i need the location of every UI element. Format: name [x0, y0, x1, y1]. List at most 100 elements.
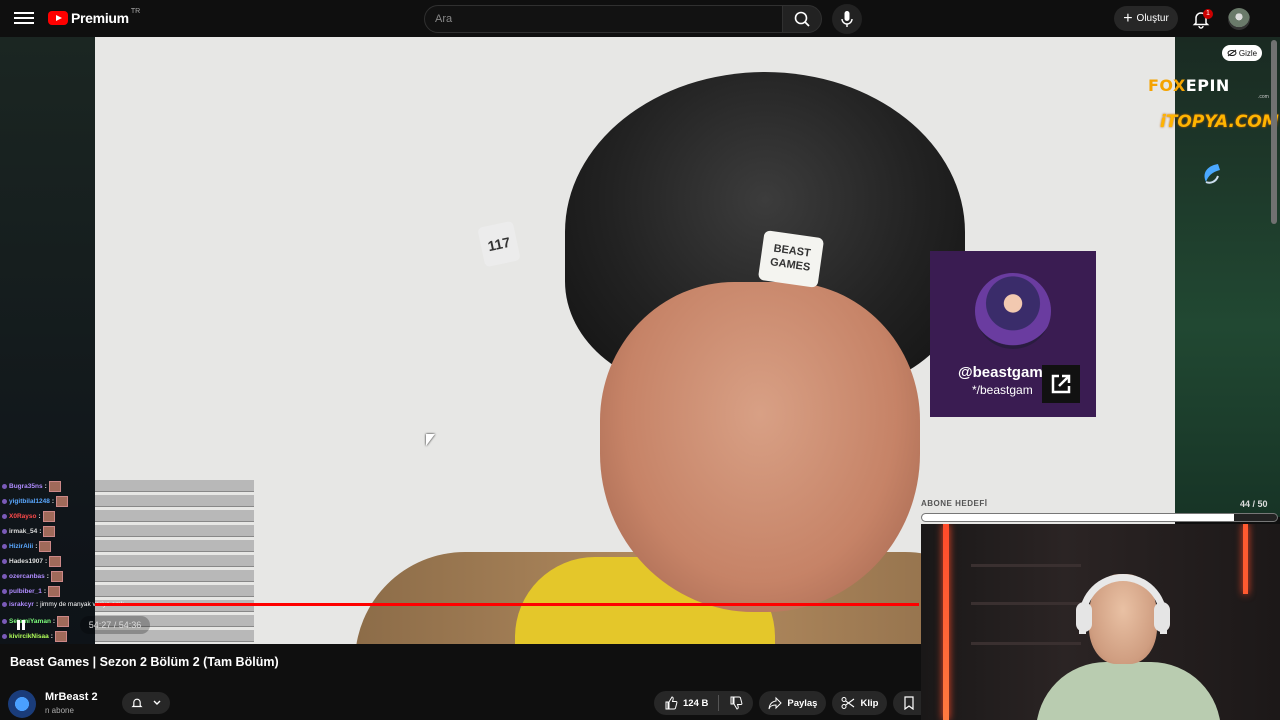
video-time: 54:27 / 54:36	[80, 616, 150, 634]
logo-text: Premium	[71, 10, 129, 26]
hide-overlay-button[interactable]: Gizle	[1222, 45, 1262, 61]
chat-message: HizirAlii:	[0, 538, 254, 553]
channel-end-card[interactable]: @beastgam */beastgam	[930, 251, 1096, 417]
chat-badge-icon	[2, 559, 7, 564]
chat-username: israkcyr	[9, 601, 34, 608]
search-box	[424, 5, 784, 33]
chat-emote-icon	[42, 511, 55, 522]
bell-icon	[131, 698, 143, 708]
hamburger-menu-icon[interactable]	[14, 9, 34, 29]
subscription-bell-button[interactable]	[122, 692, 170, 714]
card-channel-logo	[975, 273, 1051, 349]
create-label: Oluştur	[1136, 13, 1169, 24]
chat-line: Hades1907:	[2, 556, 62, 567]
hide-label: Gizle	[1238, 48, 1258, 58]
clip-button[interactable]: Klip	[832, 691, 888, 715]
chat-emote-icon	[49, 556, 62, 567]
channel-name[interactable]: MrBeast 2	[45, 691, 98, 703]
like-count: 124 B	[683, 697, 709, 709]
video-face	[600, 282, 920, 612]
chat-username: irmak_54	[9, 528, 38, 535]
chat-emote-icon	[48, 586, 61, 597]
search-button[interactable]	[782, 5, 822, 33]
share-label: Paylaş	[787, 697, 818, 709]
action-buttons: 124 B Paylaş Klip Ka	[654, 691, 943, 715]
headset-earcup-left	[1076, 602, 1092, 632]
chat-badge-icon	[2, 514, 7, 519]
top-bar: Premium TR + Oluştur 1	[0, 0, 1280, 37]
right-background	[1175, 37, 1280, 517]
share-button[interactable]: Paylaş	[759, 691, 827, 715]
chat-line: Bugra35ns:	[2, 481, 61, 492]
subscriber-goal-bar	[921, 513, 1278, 522]
chat-username: pulbiber_1	[9, 588, 42, 595]
chat-badge-icon	[2, 544, 7, 549]
chat-username: yigitbilal1248	[9, 498, 50, 505]
video-progress-bar[interactable]	[95, 603, 919, 606]
headset-earcup-right	[1154, 602, 1170, 632]
chat-emote-icon	[56, 496, 68, 507]
chat-colon: :	[38, 513, 41, 520]
chat-message: pulbiber_1:	[0, 583, 254, 598]
microphone-icon	[841, 11, 853, 27]
chat-message: Bugra35ns:	[0, 478, 254, 493]
voice-search-button[interactable]	[832, 4, 862, 34]
chat-badge-icon	[2, 619, 7, 624]
search-input[interactable]	[425, 6, 775, 32]
chat-colon: :	[50, 633, 53, 640]
chat-emote-icon	[50, 571, 63, 582]
pause-icon[interactable]	[16, 620, 26, 630]
create-button[interactable]: + Oluştur	[1114, 6, 1178, 31]
webcam-shelf	[971, 642, 1081, 645]
chat-colon: :	[51, 498, 54, 505]
chat-message: Hades1907:	[0, 553, 254, 568]
plus-icon: +	[1123, 9, 1133, 27]
chat-message: X0Rayso:	[0, 508, 254, 523]
chat-username: Hades1907	[9, 558, 43, 565]
webcam-led-strip-right	[1243, 524, 1248, 594]
dislike-button[interactable]	[719, 691, 753, 715]
clip-label: Klip	[860, 697, 879, 709]
youtube-play-icon	[48, 11, 68, 25]
chat-line: irmak_54:	[2, 526, 56, 537]
chat-emote-icon	[48, 481, 61, 492]
eye-off-icon	[1227, 49, 1237, 57]
chat-colon: :	[46, 573, 49, 580]
chat-row-highlight	[95, 525, 254, 537]
youtube-premium-logo[interactable]: Premium TR	[48, 8, 140, 26]
chat-row-highlight	[95, 555, 254, 567]
chat-message: yigitbilal1248:	[0, 493, 254, 508]
chat-emote-icon	[57, 616, 70, 627]
chat-badge-icon	[2, 589, 7, 594]
chat-emote-icon	[43, 526, 56, 537]
chat-username: kivircikNisaa	[9, 633, 49, 640]
chat-username: Bugra35ns	[9, 483, 43, 490]
chat-emote-icon	[54, 631, 67, 642]
page-scrollbar[interactable]	[1271, 40, 1277, 224]
chat-line: HizirAlii:	[2, 541, 52, 552]
channel-avatar[interactable]	[8, 690, 36, 718]
share-icon	[768, 696, 783, 710]
like-button[interactable]: 124 B	[654, 691, 718, 715]
chat-colon: :	[43, 588, 47, 595]
external-link-button[interactable]	[1042, 365, 1080, 403]
streamer-webcam	[921, 524, 1280, 720]
like-dislike-group: 124 B	[654, 691, 754, 715]
chat-row-highlight	[95, 585, 254, 597]
chat-username: ozercanbas	[9, 573, 45, 580]
scissors-icon	[841, 697, 855, 709]
chat-colon: :	[35, 601, 39, 608]
chat-line: pulbiber_1:	[2, 586, 61, 597]
subscriber-count: n abone	[45, 706, 74, 715]
chat-badge-icon	[2, 499, 7, 504]
account-avatar[interactable]	[1228, 8, 1250, 30]
chat-line: kivircikNisaa:	[2, 631, 67, 642]
helmet-number: 117	[477, 220, 521, 268]
chat-row-highlight	[95, 570, 254, 582]
subscriber-goal-count: 44 / 50	[1240, 499, 1268, 509]
chat-badge-icon	[2, 634, 7, 639]
chat-emote-icon	[39, 541, 52, 552]
chat-colon: :	[52, 618, 56, 625]
chat-row-highlight	[95, 510, 254, 522]
chat-row-highlight	[95, 540, 254, 552]
